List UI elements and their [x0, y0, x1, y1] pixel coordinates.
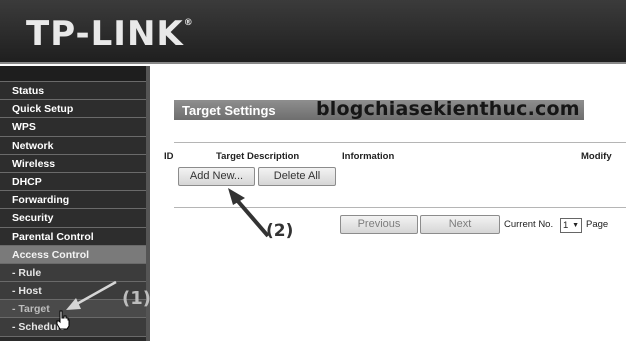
delete-all-button[interactable]: Delete All: [258, 167, 336, 186]
header-bar: TP-LINK®: [0, 0, 626, 64]
title-bar: Target Settings blogchiasekienthuc.com: [174, 98, 584, 120]
header-divider: [174, 142, 626, 143]
annotation-step1: (1): [122, 288, 151, 309]
column-header-description: Target Description: [216, 151, 300, 162]
watermark: blogchiasekienthuc.com: [316, 98, 580, 120]
sidebar-item-network[interactable]: Network: [0, 136, 146, 155]
sidebar-item-dhcp[interactable]: DHCP: [0, 172, 146, 192]
sidebar-item-forwarding[interactable]: Forwarding: [0, 191, 146, 210]
sidebar-item-parental-control[interactable]: Parental Control: [0, 227, 146, 246]
column-header-id: ID: [164, 151, 174, 162]
column-header-modify: Modify: [581, 151, 612, 162]
sidebar-item-rule[interactable]: - Rule: [0, 263, 146, 283]
table-divider: [174, 207, 626, 208]
sidebar-item-wps[interactable]: WPS: [0, 118, 146, 137]
tp-link-logo: TP-LINK®: [26, 14, 194, 54]
sidebar-item-wireless[interactable]: Wireless: [0, 154, 146, 173]
sidebar-item-status[interactable]: Status: [0, 82, 146, 101]
page-label: Page: [586, 219, 609, 230]
sidebar-item-schedule[interactable]: - Schedule: [0, 318, 146, 337]
sidebar-top-spacer: [0, 66, 146, 82]
annotation-step2: (2): [266, 221, 294, 241]
current-no-label: Current No.: [504, 219, 554, 230]
hand-cursor-icon: [56, 310, 70, 330]
add-new-button[interactable]: Add New...: [178, 167, 255, 186]
sidebar-item-quick-setup[interactable]: Quick Setup: [0, 100, 146, 119]
page-title: Target Settings: [182, 103, 276, 118]
column-header-information: Information: [342, 151, 395, 162]
previous-button[interactable]: Previous: [340, 215, 418, 234]
page-select-value: 1: [563, 220, 569, 231]
registered-mark: ®: [183, 18, 194, 28]
main-panel: Target Settings blogchiasekienthuc.com I…: [154, 66, 626, 341]
chevron-down-icon: ▼: [572, 222, 579, 229]
page-select[interactable]: 1 ▼: [560, 218, 582, 233]
sidebar-item-access-control[interactable]: Access Control: [0, 245, 146, 264]
next-button[interactable]: Next: [420, 215, 500, 234]
logo-text: TP-LINK: [26, 14, 184, 54]
sidebar-item-security[interactable]: Security: [0, 209, 146, 228]
